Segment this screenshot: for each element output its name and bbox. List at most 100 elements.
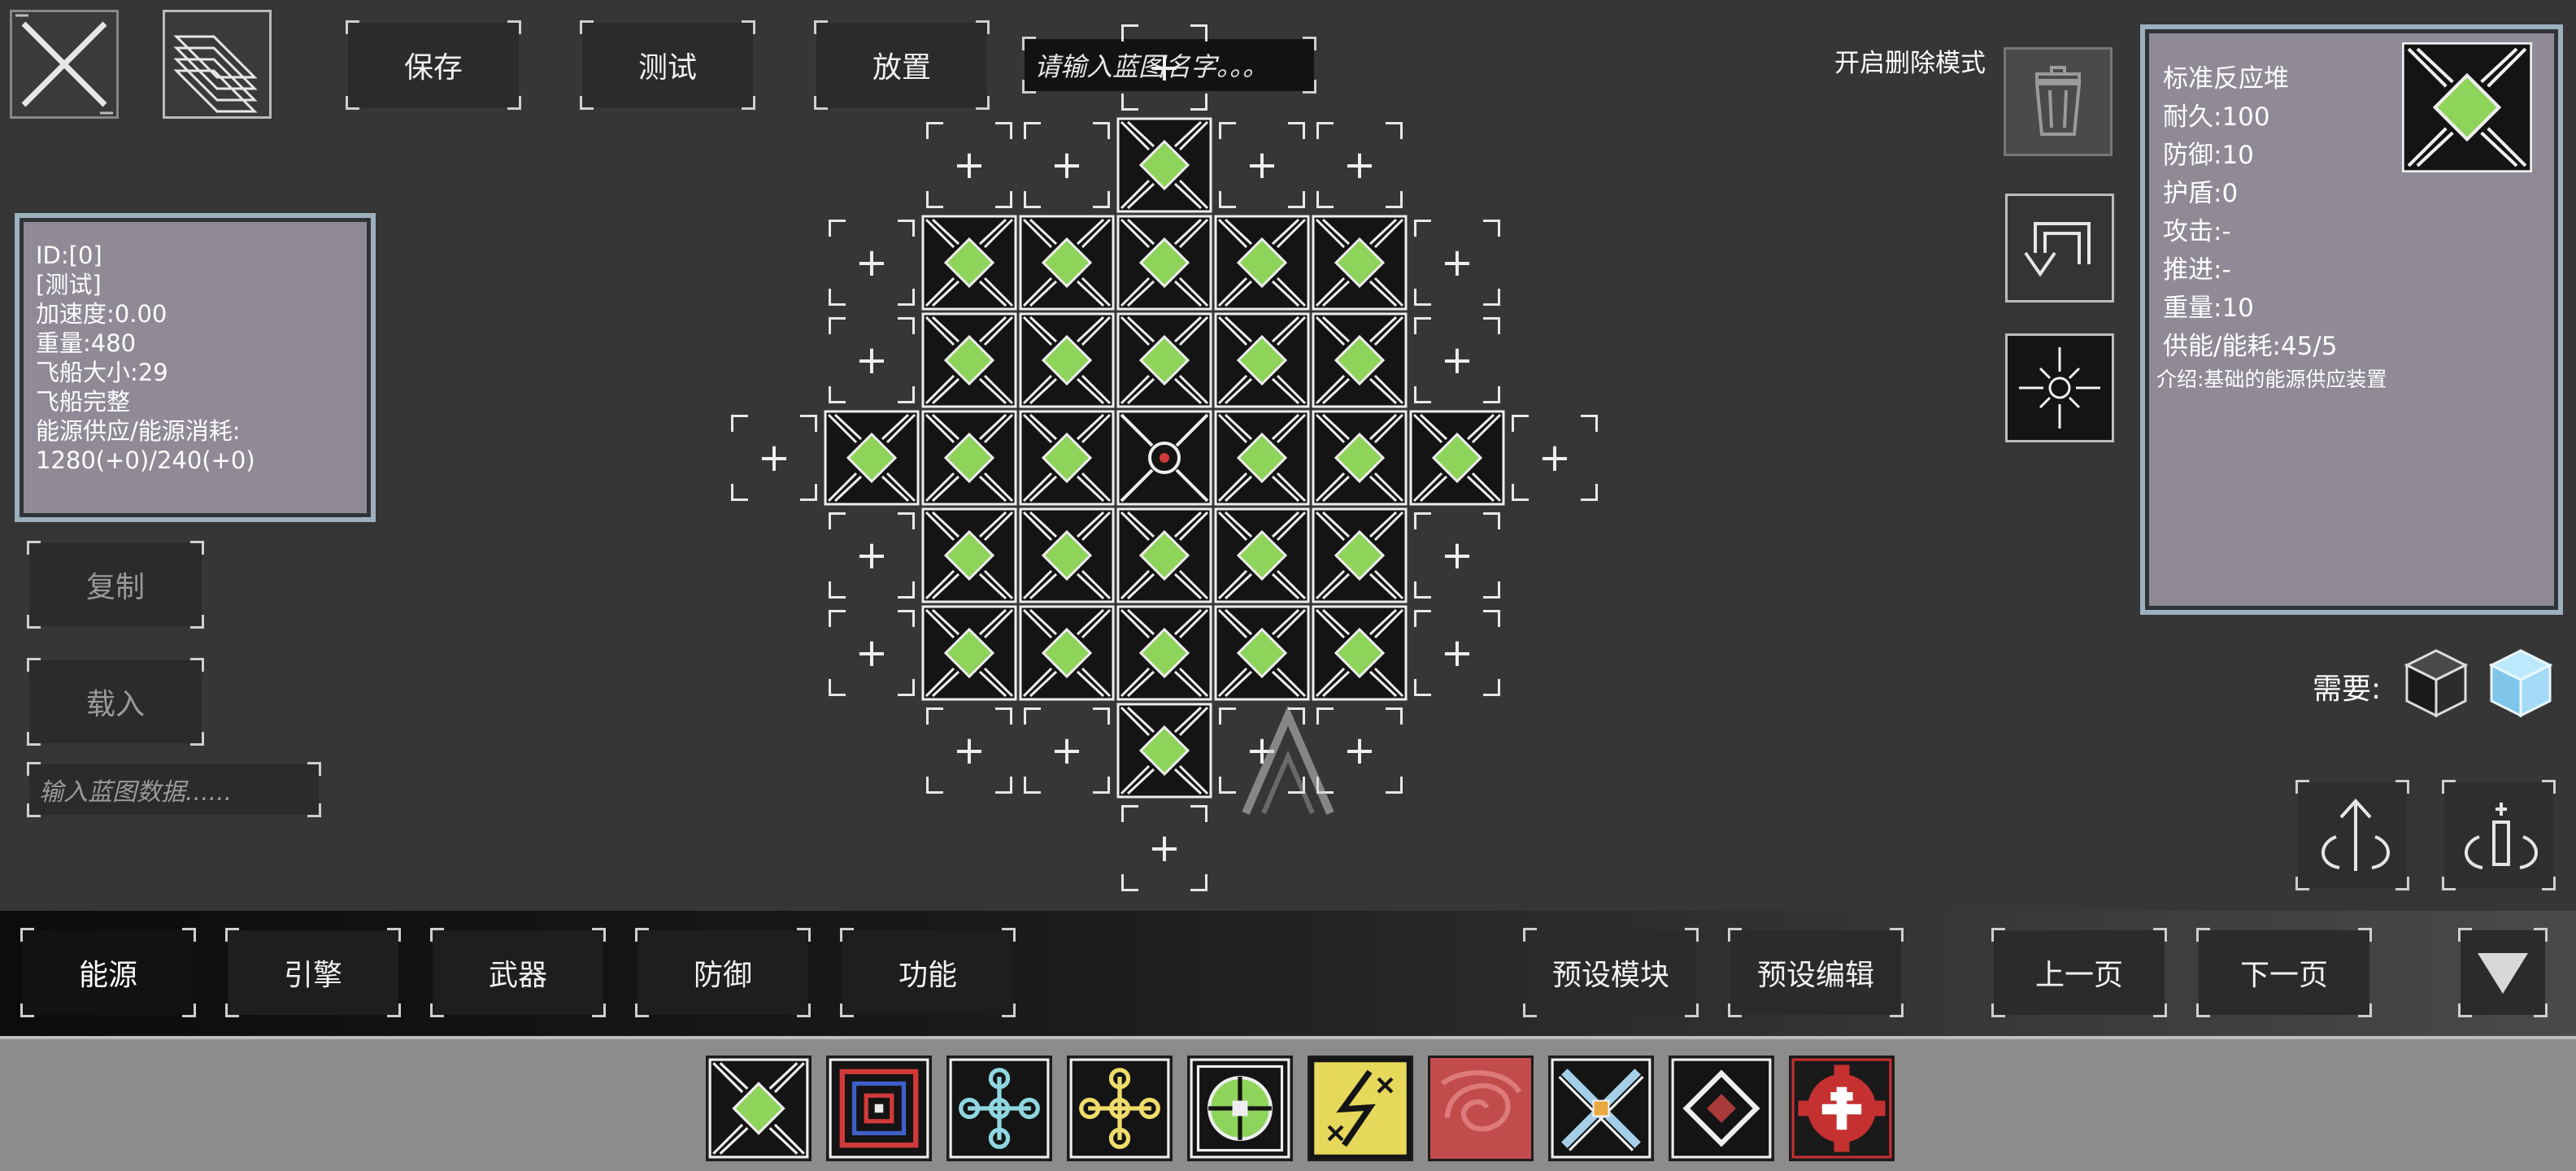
empty-slot[interactable]: + — [1312, 117, 1408, 213]
empty-slot[interactable]: + — [921, 117, 1017, 213]
blueprint-data-input[interactable]: 输入蓝图数据...... — [27, 762, 321, 817]
reactor-module[interactable] — [921, 605, 1017, 701]
empty-slot[interactable]: + — [824, 507, 920, 603]
empty-slot[interactable]: + — [1409, 605, 1505, 701]
palette-red-diamond[interactable] — [1669, 1056, 1774, 1161]
reactor-module[interactable] — [1214, 215, 1310, 311]
reactor-module[interactable] — [1019, 312, 1115, 408]
undo-button[interactable] — [2005, 194, 2114, 303]
empty-slot[interactable]: + — [1214, 117, 1310, 213]
triangle-down-icon — [2478, 953, 2528, 994]
palette-yellow-cross[interactable] — [1067, 1056, 1173, 1161]
reactor-icon — [1019, 410, 1115, 506]
reactor-module[interactable] — [921, 410, 1017, 506]
rotate-ship-button[interactable] — [2295, 780, 2409, 890]
category-function[interactable]: 功能 — [840, 928, 1016, 1017]
reactor-module[interactable] — [1019, 410, 1115, 506]
copy-button[interactable]: 复制 — [27, 541, 204, 629]
reactor-module[interactable] — [1214, 507, 1310, 603]
reactor-icon — [1312, 507, 1408, 603]
reactor-module[interactable] — [1019, 605, 1115, 701]
reactor-module[interactable] — [1019, 215, 1115, 311]
empty-slot[interactable]: + — [824, 215, 920, 311]
reactor-icon — [1214, 312, 1310, 408]
plus-icon: + — [855, 240, 889, 285]
reactor-icon — [1116, 312, 1212, 408]
palette-cyan-cross[interactable] — [946, 1056, 1052, 1161]
palette-lightning[interactable] — [1308, 1056, 1413, 1161]
reactor-module[interactable] — [1116, 703, 1212, 799]
empty-slot[interactable]: + — [1409, 507, 1505, 603]
core-icon — [1116, 410, 1212, 506]
reactor-module[interactable] — [1019, 507, 1115, 603]
empty-slot[interactable]: + — [921, 703, 1017, 799]
stat-energy-label: 能源供应/能源消耗: — [36, 417, 241, 445]
ship-core-module[interactable] — [1116, 410, 1212, 506]
reactor-module[interactable] — [1214, 410, 1310, 506]
preset-edit-button[interactable]: 预设编辑 — [1728, 928, 1904, 1017]
reactor-module[interactable] — [1116, 605, 1212, 701]
empty-slot[interactable]: + — [726, 410, 822, 506]
palette-frame[interactable] — [826, 1056, 932, 1161]
empty-slot[interactable]: + — [824, 605, 920, 701]
next-page-button[interactable]: 下一页 — [2196, 928, 2372, 1017]
reactor-module[interactable] — [1312, 410, 1408, 506]
reactor-module[interactable] — [1312, 215, 1408, 311]
empty-slot[interactable]: + — [1409, 312, 1505, 408]
reactor-module[interactable] — [824, 410, 920, 506]
reactor-module[interactable] — [1116, 507, 1212, 603]
reactor-module[interactable] — [921, 507, 1017, 603]
reactor-icon — [708, 1058, 809, 1159]
ice-cube-icon — [2488, 649, 2553, 718]
reactor-icon — [1116, 215, 1212, 311]
reactor-icon — [921, 312, 1017, 408]
prev-page-button[interactable]: 上一页 — [1991, 928, 2167, 1017]
empty-slot[interactable]: + — [1116, 20, 1212, 115]
palette-red-swirl[interactable] — [1428, 1056, 1534, 1161]
place-button[interactable]: 放置 — [814, 20, 990, 110]
empty-slot[interactable]: + — [824, 312, 920, 408]
category-weapon[interactable]: 武器 — [430, 928, 606, 1017]
category-energy[interactable]: 能源 — [20, 928, 196, 1017]
plus-icon: + — [855, 533, 889, 578]
reactor-module[interactable] — [1312, 507, 1408, 603]
reactor-module[interactable] — [1116, 215, 1212, 311]
reactor-module[interactable] — [921, 312, 1017, 408]
reactor-icon — [1409, 410, 1505, 506]
reactor-icon — [921, 605, 1017, 701]
load-button[interactable]: 载入 — [27, 658, 204, 746]
reactor-icon — [1214, 605, 1310, 701]
empty-slot[interactable]: + — [1019, 703, 1115, 799]
reactor-module[interactable] — [1214, 312, 1310, 408]
reactor-module[interactable] — [1214, 605, 1310, 701]
test-button[interactable]: 测试 — [580, 20, 755, 110]
reactor-module[interactable] — [1312, 312, 1408, 408]
palette-skull-core[interactable] — [1789, 1056, 1895, 1161]
palette-reactor[interactable] — [706, 1056, 812, 1161]
reactor-module[interactable] — [921, 215, 1017, 311]
reactor-module[interactable] — [1312, 605, 1408, 701]
empty-slot[interactable]: + — [1019, 117, 1115, 213]
reactor-icon — [2400, 40, 2535, 175]
stacked-pages-icon — [173, 35, 258, 113]
reactor-module[interactable] — [1116, 117, 1212, 213]
collapse-palette-button[interactable] — [2458, 928, 2548, 1017]
palette-green-circle[interactable] — [1187, 1056, 1293, 1161]
category-engine[interactable]: 引擎 — [225, 928, 401, 1017]
reactor-module[interactable] — [1116, 312, 1212, 408]
blueprint-list-button[interactable] — [163, 10, 272, 119]
close-button[interactable] — [10, 10, 119, 119]
palette-blue-x[interactable] — [1548, 1056, 1654, 1161]
save-button[interactable]: 保存 — [346, 20, 521, 110]
empty-slot[interactable]: + — [1409, 215, 1505, 311]
reactor-icon — [1116, 605, 1212, 701]
empty-slot[interactable]: + — [1116, 800, 1212, 896]
reactor-module[interactable] — [1409, 410, 1505, 506]
preset-module-button[interactable]: 预设模块 — [1523, 928, 1699, 1017]
category-defense[interactable]: 防御 — [635, 928, 811, 1017]
empty-slot[interactable]: + — [1507, 410, 1603, 506]
delete-mode-button[interactable] — [2004, 47, 2113, 156]
rotate-module-button[interactable] — [2442, 780, 2556, 890]
stat-name: [测试] — [36, 271, 102, 298]
center-target-button[interactable] — [2005, 333, 2114, 442]
